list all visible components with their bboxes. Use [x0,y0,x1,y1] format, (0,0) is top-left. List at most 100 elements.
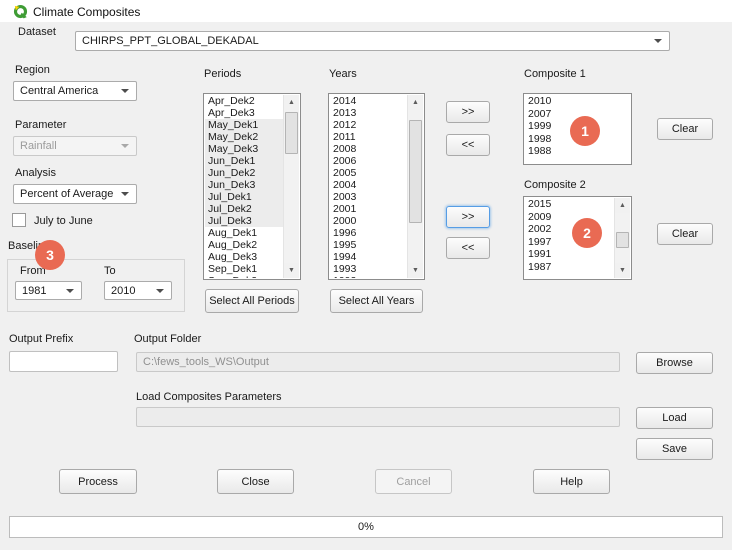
years-list[interactable]: 2014201320122011200820062005200420032001… [328,93,425,280]
period-item[interactable]: Sep_Dek2 [205,275,283,278]
dropdown-arrow-icon [121,144,129,148]
help-button[interactable]: Help [533,469,610,494]
period-item[interactable]: May_Dek1 [205,119,283,131]
period-item[interactable]: May_Dek2 [205,131,283,143]
period-item[interactable]: Apr_Dek2 [205,95,283,107]
baseline-from-value: 1981 [22,285,46,297]
scrollbar-thumb[interactable] [409,120,422,223]
july-to-june-checkbox[interactable] [12,213,26,227]
period-item[interactable]: Jul_Dek2 [205,203,283,215]
period-item[interactable]: Jul_Dek3 [205,215,283,227]
year-item[interactable]: 2012 [330,119,407,131]
year-item[interactable]: 1994 [330,251,407,263]
dropdown-arrow-icon [654,39,662,43]
clear-composite1-button[interactable]: Clear [657,118,713,140]
output-folder-label: Output Folder [134,333,201,345]
year-item[interactable]: 1993 [330,263,407,275]
clear-composite2-button[interactable]: Clear [657,223,713,245]
dropdown-arrow-icon [156,289,164,293]
process-button[interactable]: Process [59,469,137,494]
remove-from-composite1-button[interactable]: << [446,134,490,156]
output-folder-field[interactable]: C:\fews_tools_WS\Output [136,352,620,372]
scroll-down-icon[interactable]: ▼ [284,263,299,278]
year-item[interactable]: 2001 [330,203,407,215]
year-item[interactable]: 2000 [330,215,407,227]
annotation-badge-3: 3 [35,240,65,270]
output-folder-value: C:\fews_tools_WS\Output [143,356,269,368]
region-select[interactable]: Central America [13,81,137,101]
scroll-up-icon[interactable]: ▲ [408,95,423,110]
period-item[interactable]: Jun_Dek1 [205,155,283,167]
period-item[interactable]: May_Dek3 [205,143,283,155]
composite2-year-item[interactable]: 1991 [525,248,614,261]
scrollbar-thumb[interactable] [285,112,298,154]
scroll-up-icon[interactable]: ▲ [284,95,299,110]
year-item[interactable]: 1996 [330,227,407,239]
parameter-value: Rainfall [20,140,57,152]
progress-percent: 0% [358,521,374,533]
save-button[interactable]: Save [636,438,713,460]
year-item[interactable]: 2008 [330,143,407,155]
scroll-up-icon[interactable]: ▲ [615,198,630,213]
select-all-periods-button[interactable]: Select All Periods [205,289,299,313]
periods-scrollbar[interactable]: ▲ ▼ [283,95,299,278]
baseline-to-value: 2010 [111,285,135,297]
composite1-year-item[interactable]: 2010 [525,95,630,108]
year-item[interactable]: 2006 [330,155,407,167]
year-item[interactable]: 2014 [330,95,407,107]
output-prefix-label: Output Prefix [9,333,73,345]
composite2-scrollbar[interactable]: ▲ ▼ [614,198,630,278]
periods-list[interactable]: Apr_Dek2Apr_Dek3May_Dek1May_Dek2May_Dek3… [203,93,301,280]
years-label: Years [329,68,357,80]
output-prefix-input[interactable] [9,351,118,372]
add-to-composite2-button[interactable]: >> [446,206,490,228]
scrollbar-thumb[interactable] [616,232,629,248]
july-to-june-label: July to June [34,215,93,227]
load-button[interactable]: Load [636,407,713,429]
year-item[interactable]: 2013 [330,107,407,119]
year-item[interactable]: 2003 [330,191,407,203]
years-scrollbar[interactable]: ▲ ▼ [407,95,423,278]
title-bar: Climate Composites [0,0,732,22]
parameter-label: Parameter [15,119,66,131]
annotation-badge-1: 1 [570,116,600,146]
progress-bar: 0% [9,516,723,538]
period-item[interactable]: Sep_Dek1 [205,263,283,275]
period-item[interactable]: Jun_Dek2 [205,167,283,179]
year-item[interactable]: 1992 [330,275,407,278]
composite1-year-item[interactable]: 1988 [525,145,630,158]
close-button[interactable]: Close [217,469,294,494]
composite2-year-item[interactable]: 2015 [525,198,614,211]
scroll-down-icon[interactable]: ▼ [615,263,630,278]
year-item[interactable]: 2011 [330,131,407,143]
year-item[interactable]: 1995 [330,239,407,251]
baseline-to-select[interactable]: 2010 [104,281,172,300]
year-item[interactable]: 2005 [330,167,407,179]
select-all-years-button[interactable]: Select All Years [330,289,423,313]
composite2-year-item[interactable]: 1987 [525,261,614,274]
dataset-select[interactable]: CHIRPS_PPT_GLOBAL_DEKADAL [75,31,670,51]
period-item[interactable]: Apr_Dek3 [205,107,283,119]
region-value: Central America [20,85,98,97]
dropdown-arrow-icon [66,289,74,293]
remove-from-composite2-button[interactable]: << [446,237,490,259]
period-item[interactable]: Aug_Dek2 [205,239,283,251]
cancel-button[interactable]: Cancel [375,469,452,494]
dropdown-arrow-icon [121,89,129,93]
dataset-label: Dataset [18,26,56,38]
load-composites-parameters-field[interactable] [136,407,620,427]
add-to-composite1-button[interactable]: >> [446,101,490,123]
period-item[interactable]: Aug_Dek3 [205,251,283,263]
dataset-value: CHIRPS_PPT_GLOBAL_DEKADAL [82,35,259,47]
year-item[interactable]: 2004 [330,179,407,191]
period-item[interactable]: Aug_Dek1 [205,227,283,239]
qgis-app-icon [13,4,28,19]
browse-button[interactable]: Browse [636,352,713,374]
period-item[interactable]: Jul_Dek1 [205,191,283,203]
analysis-select[interactable]: Percent of Average [13,184,137,204]
parameter-select[interactable]: Rainfall [13,136,137,156]
baseline-from-select[interactable]: 1981 [15,281,82,300]
period-item[interactable]: Jun_Dek3 [205,179,283,191]
scroll-down-icon[interactable]: ▼ [408,263,423,278]
composite2-year-item[interactable]: 2009 [525,211,614,224]
